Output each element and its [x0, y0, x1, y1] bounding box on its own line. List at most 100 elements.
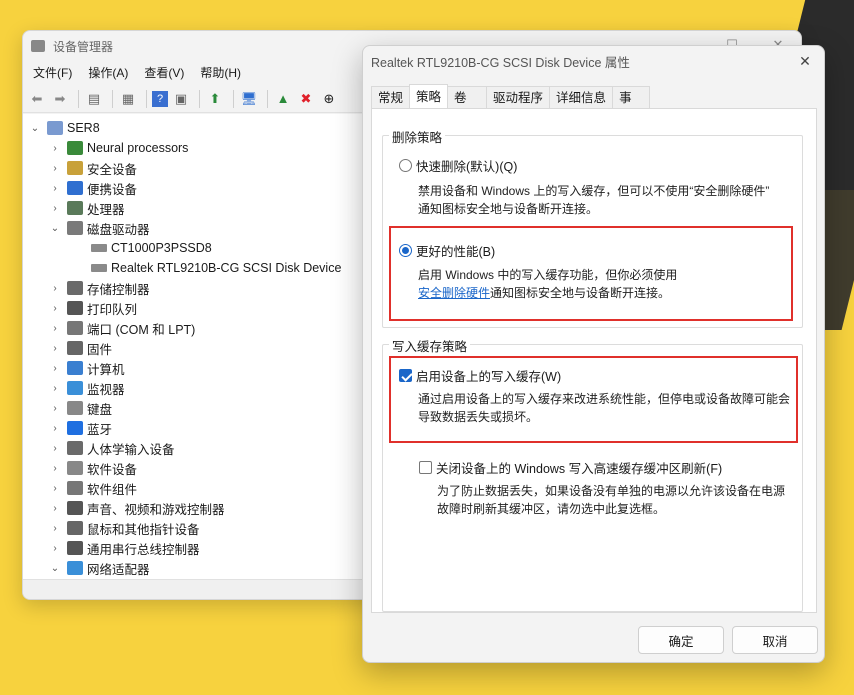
policies-panel: 删除策略 快速删除(默认)(Q) 禁用设备和 Windows 上的写入缓存，但可…	[371, 108, 817, 613]
chevron-right-icon[interactable]: ›	[49, 143, 61, 154]
chevron-right-icon[interactable]: ›	[49, 303, 61, 314]
chevron-right-icon[interactable]: ›	[49, 343, 61, 354]
chevron-right-icon[interactable]: ›	[49, 423, 61, 434]
tree-device-item[interactable]: CT1000P3PSSD8	[85, 238, 212, 258]
category-icon	[67, 441, 83, 455]
uninstall-device-icon[interactable]: ✖	[296, 89, 316, 109]
tree-item-label: 便携设备	[87, 182, 138, 197]
category-icon	[67, 221, 83, 235]
quick-removal-desc: 禁用设备和 Windows 上的写入缓存，但可以不使用“安全删除硬件” 通知图标…	[418, 182, 769, 218]
tree-category-item[interactable]: › 声音、视频和游戏控制器	[49, 498, 225, 518]
update-driver-icon[interactable]: ⬆	[205, 89, 225, 109]
scan-hardware-icon[interactable]: 🖥	[239, 89, 259, 109]
tree-item-label: 安全设备	[87, 162, 138, 177]
help-icon[interactable]: ?	[152, 90, 168, 107]
category-icon	[67, 181, 83, 195]
forward-icon[interactable]: ➡	[50, 89, 70, 109]
turn-off-flush-checkbox[interactable]	[419, 461, 432, 474]
tree-category-item[interactable]: › 固件	[49, 338, 112, 358]
tab-volumes[interactable]: 卷	[447, 86, 488, 108]
chevron-right-icon[interactable]: ›	[49, 283, 61, 294]
turn-off-flush-desc-line: 为了防止数据丢失，如果设备没有单独的电源以允许该设备在电源	[437, 484, 786, 498]
chevron-right-icon[interactable]: ›	[49, 323, 61, 334]
tree-device-item[interactable]: Realtek RTL9210B-CG SCSI Disk Device	[85, 258, 341, 278]
properties-icon[interactable]: ▦	[118, 89, 138, 109]
tree-category-item[interactable]: › 软件组件	[49, 478, 137, 498]
tree-item-label: 处理器	[87, 202, 125, 217]
tree-item-label: 软件设备	[87, 462, 138, 477]
chevron-down-icon[interactable]: ⌄	[49, 223, 61, 234]
chevron-down-icon[interactable]: ⌄	[29, 123, 41, 134]
category-icon	[67, 401, 83, 415]
chevron-right-icon[interactable]: ›	[49, 403, 61, 414]
menu-file[interactable]: 文件(F)	[27, 61, 78, 85]
highlight-box	[389, 356, 798, 443]
chevron-right-icon[interactable]: ›	[49, 203, 61, 214]
toolbar-separator	[199, 89, 200, 108]
tree-item-label: Neural processors	[87, 141, 189, 155]
tree-category-item[interactable]: ⌄ 磁盘驱动器	[49, 218, 150, 238]
quick-removal-desc-line: 禁用设备和 Windows 上的写入缓存，但可以不使用“安全删除硬件”	[418, 184, 770, 198]
tree-category-item[interactable]: › 通用串行总线控制器	[49, 538, 200, 558]
chevron-down-icon[interactable]: ⌄	[49, 563, 61, 574]
close-icon[interactable]: ✕	[794, 50, 816, 72]
tab-events[interactable]: 事件	[612, 86, 651, 127]
chevron-right-icon[interactable]: ›	[49, 543, 61, 554]
tree-category-item[interactable]: › 蓝牙	[49, 418, 112, 438]
tab-details[interactable]: 详细信息	[549, 86, 614, 108]
show-hide-tree-icon[interactable]: ▤	[84, 89, 104, 109]
tab-general[interactable]: 常规	[371, 86, 411, 108]
tree-category-item[interactable]: › 存储控制器	[49, 278, 150, 298]
dialog-titlebar: Realtek RTL9210B-CG SCSI Disk Device 属性	[363, 46, 824, 76]
chevron-right-icon[interactable]: ›	[49, 443, 61, 454]
category-icon	[67, 561, 83, 575]
device-tree: ⌄ SER8 › Neural processors › 安全设备 › 便携设备 › 处理器 ⌄…	[23, 114, 363, 579]
cancel-button[interactable]: 取消	[732, 626, 818, 654]
tree-category-item[interactable]: › 处理器	[49, 198, 125, 218]
ok-button[interactable]: 确定	[638, 626, 724, 654]
chevron-right-icon[interactable]: ›	[49, 523, 61, 534]
tree-category-item[interactable]: › Neural processors	[49, 138, 188, 158]
chevron-right-icon[interactable]: ›	[49, 383, 61, 394]
tree-category-item[interactable]: › 端口 (COM 和 LPT)	[49, 318, 195, 338]
chevron-right-icon[interactable]: ›	[49, 503, 61, 514]
menu-action[interactable]: 操作(A)	[82, 61, 134, 85]
chevron-right-icon[interactable]: ›	[49, 183, 61, 194]
menu-help[interactable]: 帮助(H)	[194, 61, 247, 85]
tree-category-item[interactable]: › 打印队列	[49, 298, 137, 318]
menu-view[interactable]: 查看(V)	[138, 61, 190, 85]
tree-category-item[interactable]: › 鼠标和其他指针设备	[49, 518, 200, 538]
tree-category-item[interactable]: › 计算机	[49, 358, 125, 378]
tree-item-label: 监视器	[87, 382, 125, 397]
chevron-right-icon[interactable]: ›	[49, 483, 61, 494]
turn-off-flush-option[interactable]: 关闭设备上的 Windows 写入高速缓存缓冲区刷新(F)	[419, 458, 722, 477]
tree-item-label: 人体学输入设备	[87, 442, 175, 457]
tree-item-label: 网络适配器	[87, 562, 150, 577]
back-icon[interactable]: ⬅	[27, 89, 47, 109]
view-icon[interactable]: ▣	[171, 89, 191, 109]
tree-root[interactable]: ⌄ SER8	[29, 118, 100, 138]
tab-policies[interactable]: 策略	[409, 84, 449, 108]
tree-category-item[interactable]: › 软件设备	[49, 458, 137, 478]
category-icon	[67, 541, 83, 555]
drive-icon	[91, 264, 107, 272]
disable-device-icon[interactable]: ⊕	[319, 89, 339, 109]
quick-removal-option[interactable]: 快速删除(默认)(Q)	[399, 156, 517, 175]
dialog-title: Realtek RTL9210B-CG SCSI Disk Device 属性	[371, 55, 630, 70]
tree-category-item[interactable]: › 人体学输入设备	[49, 438, 175, 458]
device-manager-title: 设备管理器	[53, 39, 114, 54]
chevron-right-icon[interactable]: ›	[49, 363, 61, 374]
chevron-right-icon[interactable]: ›	[49, 163, 61, 174]
toolbar-separator	[267, 89, 268, 108]
enable-device-icon[interactable]: ▲	[273, 89, 293, 109]
tree-category-item[interactable]: › 便携设备	[49, 178, 137, 198]
chevron-right-icon[interactable]: ›	[49, 463, 61, 474]
tab-driver[interactable]: 驱动程序	[486, 86, 551, 108]
tree-category-item[interactable]: › 键盘	[49, 398, 112, 418]
tree-category-item[interactable]: › 监视器	[49, 378, 125, 398]
tree-category-item[interactable]: › 安全设备	[49, 158, 137, 178]
category-icon	[67, 201, 83, 215]
dialog-tabs: 常规 策略 卷 驱动程序 详细信息 事件	[371, 84, 651, 127]
quick-removal-radio[interactable]	[399, 159, 412, 172]
tree-category-item[interactable]: ⌄ 网络适配器	[49, 558, 150, 578]
